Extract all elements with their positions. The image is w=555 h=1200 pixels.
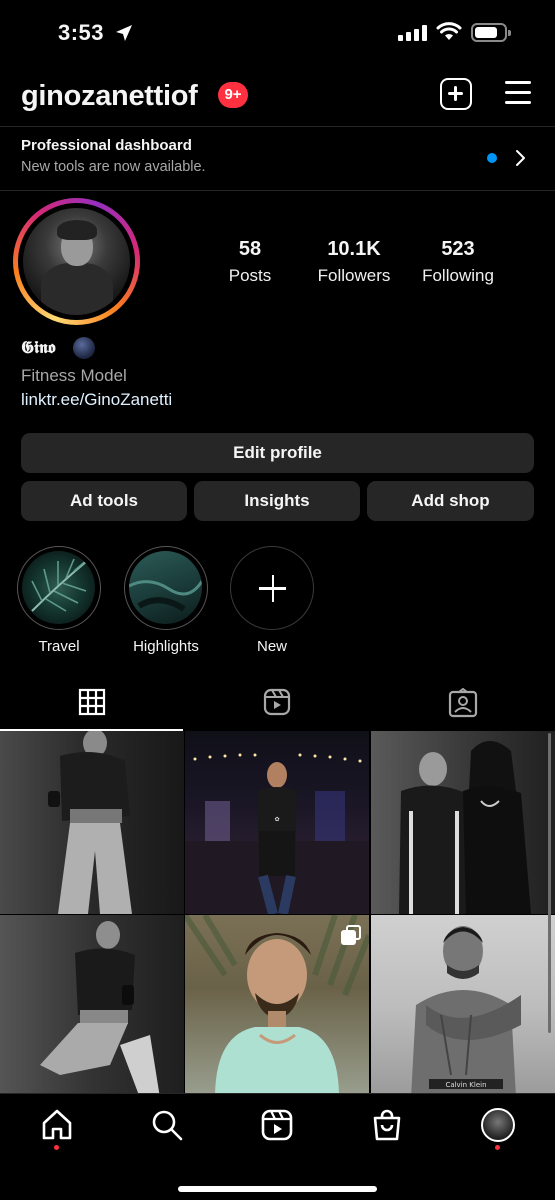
post-thumbnail[interactable] bbox=[185, 915, 369, 1093]
bio-link[interactable]: linktr.ee/GinoZanetti bbox=[21, 390, 172, 410]
avatar-photo bbox=[23, 208, 130, 315]
post-thumbnail[interactable] bbox=[0, 731, 184, 914]
edit-profile-button[interactable]: Edit profile bbox=[21, 433, 534, 473]
reels-icon bbox=[261, 1109, 293, 1141]
highlight-highlights[interactable]: Highlights bbox=[124, 546, 208, 655]
reels-icon bbox=[263, 688, 291, 716]
hamburger-menu-button[interactable] bbox=[505, 81, 531, 105]
tagged-icon bbox=[448, 688, 478, 718]
shop-bag-icon bbox=[373, 1109, 401, 1141]
nav-home[interactable] bbox=[40, 1108, 80, 1148]
plus-icon bbox=[230, 546, 314, 630]
notification-badge[interactable]: 9+ bbox=[218, 82, 248, 108]
following-label: Following bbox=[422, 266, 494, 285]
unread-dot bbox=[487, 153, 497, 163]
profile-avatar[interactable] bbox=[13, 198, 140, 325]
post-thumbnail[interactable]: ✿ bbox=[185, 731, 369, 914]
highlight-new[interactable]: New bbox=[230, 546, 314, 655]
followers-count[interactable]: 10.1K Followers bbox=[304, 238, 404, 286]
home-notification-dot bbox=[54, 1145, 59, 1150]
profile-notification-dot bbox=[495, 1145, 500, 1150]
posts-label: Posts bbox=[228, 266, 272, 285]
cellular-signal-icon bbox=[398, 25, 427, 41]
bottom-tab-bar bbox=[0, 1093, 555, 1200]
battery-icon bbox=[471, 23, 511, 42]
svg-text:Calvin Klein: Calvin Klein bbox=[445, 1081, 486, 1089]
create-post-button[interactable] bbox=[440, 78, 472, 110]
search-icon bbox=[152, 1110, 183, 1141]
profile-header: ginozanettiof 9+ bbox=[0, 68, 555, 124]
highlight-cover bbox=[129, 551, 202, 624]
followers-value: 10.1K bbox=[327, 238, 381, 260]
ad-tools-button[interactable]: Ad tools bbox=[21, 481, 187, 521]
following-value: 523 bbox=[441, 238, 475, 260]
highlight-label: Highlights bbox=[133, 638, 199, 655]
divider bbox=[0, 190, 555, 191]
home-indicator[interactable] bbox=[178, 1186, 377, 1192]
followers-label: Followers bbox=[317, 266, 391, 285]
chevron-right-icon bbox=[516, 150, 525, 166]
highlight-label: New bbox=[256, 638, 287, 655]
display-name: 𝕲𝖎𝖓𝖔 bbox=[21, 338, 56, 358]
grid-icon bbox=[78, 688, 106, 716]
username[interactable]: ginozanettiof bbox=[21, 80, 198, 113]
pro-dashboard-subtitle: New tools are now available. bbox=[21, 159, 206, 175]
bio-category: Fitness Model bbox=[21, 366, 127, 385]
pro-dashboard-title: Professional dashboard bbox=[21, 137, 192, 154]
posts-count[interactable]: 58 Posts bbox=[205, 238, 295, 286]
home-icon bbox=[42, 1109, 72, 1140]
status-bar: 3:53 bbox=[0, 0, 555, 68]
posts-value: 58 bbox=[238, 238, 262, 260]
nav-reels[interactable] bbox=[260, 1108, 300, 1148]
highlight-cover bbox=[22, 551, 95, 624]
insights-button[interactable]: Insights bbox=[194, 481, 360, 521]
highlight-label: Travel bbox=[38, 638, 80, 655]
posts-grid: ✿ Calvin Klein bbox=[0, 731, 555, 1093]
tab-tagged[interactable] bbox=[370, 673, 555, 731]
scrollbar[interactable] bbox=[548, 733, 551, 1033]
location-arrow-icon bbox=[116, 25, 132, 41]
profile-tabs bbox=[0, 673, 555, 731]
nav-shop[interactable] bbox=[370, 1108, 410, 1148]
status-time: 3:53 bbox=[58, 20, 105, 45]
wifi-icon bbox=[436, 22, 462, 40]
svg-text:✿: ✿ bbox=[274, 816, 279, 823]
following-count[interactable]: 523 Following bbox=[408, 238, 508, 286]
post-thumbnail[interactable] bbox=[0, 915, 184, 1093]
add-shop-button[interactable]: Add shop bbox=[367, 481, 534, 521]
post-thumbnail[interactable]: Calvin Klein bbox=[371, 915, 555, 1093]
tab-posts-grid[interactable] bbox=[0, 673, 185, 731]
post-thumbnail[interactable] bbox=[371, 731, 555, 914]
nav-search[interactable] bbox=[150, 1108, 190, 1148]
professional-dashboard-banner[interactable]: Professional dashboard New tools are now… bbox=[0, 127, 555, 189]
highlight-travel[interactable]: Travel bbox=[17, 546, 101, 655]
nav-profile-avatar[interactable] bbox=[481, 1108, 515, 1142]
carousel-icon bbox=[341, 925, 361, 945]
tab-reels[interactable] bbox=[185, 673, 370, 731]
emoji-badge-icon bbox=[73, 337, 95, 359]
